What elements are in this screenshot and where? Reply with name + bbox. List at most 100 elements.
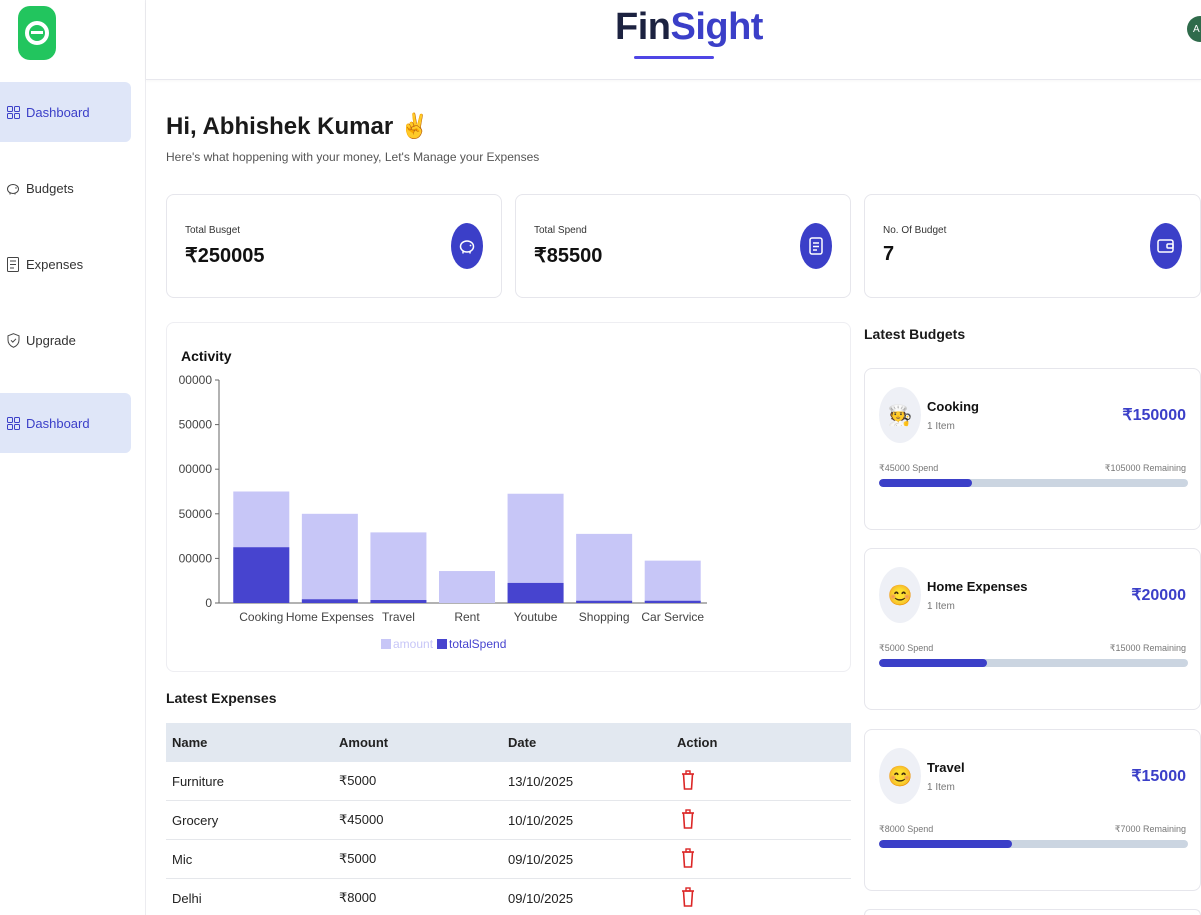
column-header-action: Action xyxy=(677,735,718,750)
budget-emoji: 😊 xyxy=(879,748,921,804)
latest-expenses-title: Latest Expenses xyxy=(166,690,277,706)
budget-progress-track xyxy=(879,840,1188,848)
budget-amount: ₹20000 xyxy=(1131,587,1186,604)
bar-totalSpend xyxy=(644,600,701,603)
brand-underline xyxy=(634,56,714,59)
budget-emoji: 😊 xyxy=(879,567,921,623)
activity-chart-card: Activity 0 00000 50000 00000 50000 00000 Cooki… xyxy=(166,322,851,672)
bar-amount xyxy=(301,513,358,603)
logo-icon xyxy=(25,21,49,45)
budget-remaining: ₹105000 Remaining xyxy=(1104,463,1186,473)
bar-totalSpend xyxy=(507,582,564,603)
y-tick-label: 00000 xyxy=(179,462,213,476)
user-avatar[interactable]: A xyxy=(1187,16,1201,42)
x-tick-label: Car Service xyxy=(641,610,704,624)
sidebar-item-label: Expenses xyxy=(26,256,84,272)
sidebar-item-expenses[interactable]: Expenses xyxy=(0,234,131,294)
legend-label: totalSpend xyxy=(449,637,506,651)
piggy-bank-icon xyxy=(6,181,20,195)
x-tick-label: Travel xyxy=(382,610,415,624)
expense-date: 09/10/2025 xyxy=(508,890,574,906)
sidebar-item-dashboard-2[interactable]: Dashboard xyxy=(0,393,131,453)
stat-label: No. Of Budget xyxy=(883,225,947,236)
trash-icon[interactable] xyxy=(681,769,695,792)
bar-totalSpend xyxy=(370,600,427,603)
budget-progress-track xyxy=(879,479,1188,487)
grid-icon xyxy=(6,416,20,430)
sidebar-item-upgrade[interactable]: Upgrade xyxy=(0,310,131,370)
legend-label: amount xyxy=(393,637,434,651)
trash-icon[interactable] xyxy=(681,808,695,831)
bar-totalSpend xyxy=(301,599,358,603)
budget-card-cooking[interactable]: 🧑‍🍳 Cooking 1 Item ₹150000 ₹45000 Spend … xyxy=(864,368,1201,530)
budget-remaining: ₹7000 Remaining xyxy=(1114,824,1186,834)
budget-name: Travel xyxy=(927,760,965,775)
sidebar-item-label: Dashboard xyxy=(26,104,90,120)
stat-value: ₹250005 xyxy=(185,245,265,267)
activity-bar-chart: 00000050000000005000000000Cooking Home Ex… xyxy=(179,373,707,651)
expense-amount: ₹8000 xyxy=(339,890,377,905)
stat-card-total-budget: Total Busget ₹250005 xyxy=(166,194,502,298)
budget-amount: ₹15000 xyxy=(1131,768,1186,785)
app-root: Dashboard Budgets Expenses Upgrade Dashb xyxy=(0,0,1201,915)
receipt-icon xyxy=(6,256,20,272)
trash-icon[interactable] xyxy=(681,886,695,909)
expense-date: 09/10/2025 xyxy=(508,851,574,867)
sidebar-item-label: Budgets xyxy=(26,180,74,196)
y-tick-label: 0 xyxy=(205,596,212,610)
stat-card-budget-count: No. Of Budget 7 xyxy=(864,194,1201,298)
budget-progress-fill xyxy=(879,659,988,667)
budget-progress-fill xyxy=(879,840,1012,848)
sidebar-item-dashboard[interactable]: Dashboard xyxy=(0,82,131,142)
table-row: Delhi ₹8000 09/10/2025 xyxy=(166,879,851,915)
budget-progress-track xyxy=(879,659,1188,667)
legend-swatch xyxy=(381,639,391,649)
sidebar-item-label: Dashboard xyxy=(26,415,90,431)
y-tick-label: 50000 xyxy=(179,418,213,432)
budget-remaining: ₹15000 Remaining xyxy=(1109,643,1186,653)
greeting-title: Hi, Abhishek Kumar ✌️ xyxy=(166,113,430,140)
wallet-icon xyxy=(1150,223,1182,269)
budget-spend: ₹45000 Spend xyxy=(879,463,939,473)
expense-amount: ₹45000 xyxy=(339,812,384,827)
budget-amount: ₹150000 xyxy=(1122,407,1186,424)
y-tick-label: 00000 xyxy=(179,373,213,387)
bar-amount xyxy=(644,560,701,603)
y-tick-label: 50000 xyxy=(179,507,213,521)
expense-date: 13/10/2025 xyxy=(508,773,574,789)
sidebar-item-budgets[interactable]: Budgets xyxy=(0,158,131,218)
x-tick-label: Youtube xyxy=(514,610,558,624)
brand-part-1: Fin xyxy=(615,6,671,48)
table-row: Furniture ₹5000 13/10/2025 xyxy=(166,762,851,801)
stat-label: Total Spend xyxy=(534,225,587,236)
bar-totalSpend xyxy=(576,600,633,603)
expense-name: Delhi xyxy=(172,890,202,906)
budget-item-count: 1 Item xyxy=(927,601,955,612)
receipt-icon xyxy=(800,223,832,269)
expense-date: 10/10/2025 xyxy=(508,812,574,828)
budget-card-travel[interactable]: 😊 Travel 1 Item ₹15000 ₹8000 Spend ₹7000… xyxy=(864,729,1201,891)
budget-card-partial xyxy=(864,909,1201,915)
budget-name: Home Expenses xyxy=(927,579,1028,594)
column-header-amount: Amount xyxy=(339,735,389,750)
stat-value: 7 xyxy=(883,243,895,265)
budget-card-home-expenses[interactable]: 😊 Home Expenses 1 Item ₹20000 ₹5000 Spen… xyxy=(864,548,1201,710)
table-header: Name Amount Date Action xyxy=(166,723,851,762)
expenses-table: Name Amount Date Action Furniture ₹5000 … xyxy=(166,723,851,915)
column-header-date: Date xyxy=(508,735,537,750)
expense-amount: ₹5000 xyxy=(339,851,377,866)
bar-amount xyxy=(576,533,633,603)
table-row: Grocery ₹45000 10/10/2025 xyxy=(166,801,851,840)
budget-spend: ₹5000 Spend xyxy=(879,643,934,653)
top-header: FinSight A xyxy=(146,0,1201,80)
brand-part-2: Sight xyxy=(670,6,763,48)
x-tick-label: Rent xyxy=(454,610,480,624)
budget-emoji: 🧑‍🍳 xyxy=(879,387,921,443)
stat-card-total-spend: Total Spend ₹85500 xyxy=(515,194,851,298)
app-logo[interactable] xyxy=(18,6,56,60)
bar-amount xyxy=(370,532,427,603)
trash-icon[interactable] xyxy=(681,847,695,870)
budget-item-count: 1 Item xyxy=(927,421,955,432)
expense-name: Mic xyxy=(172,851,193,867)
brand-title: FinSight xyxy=(615,6,763,49)
